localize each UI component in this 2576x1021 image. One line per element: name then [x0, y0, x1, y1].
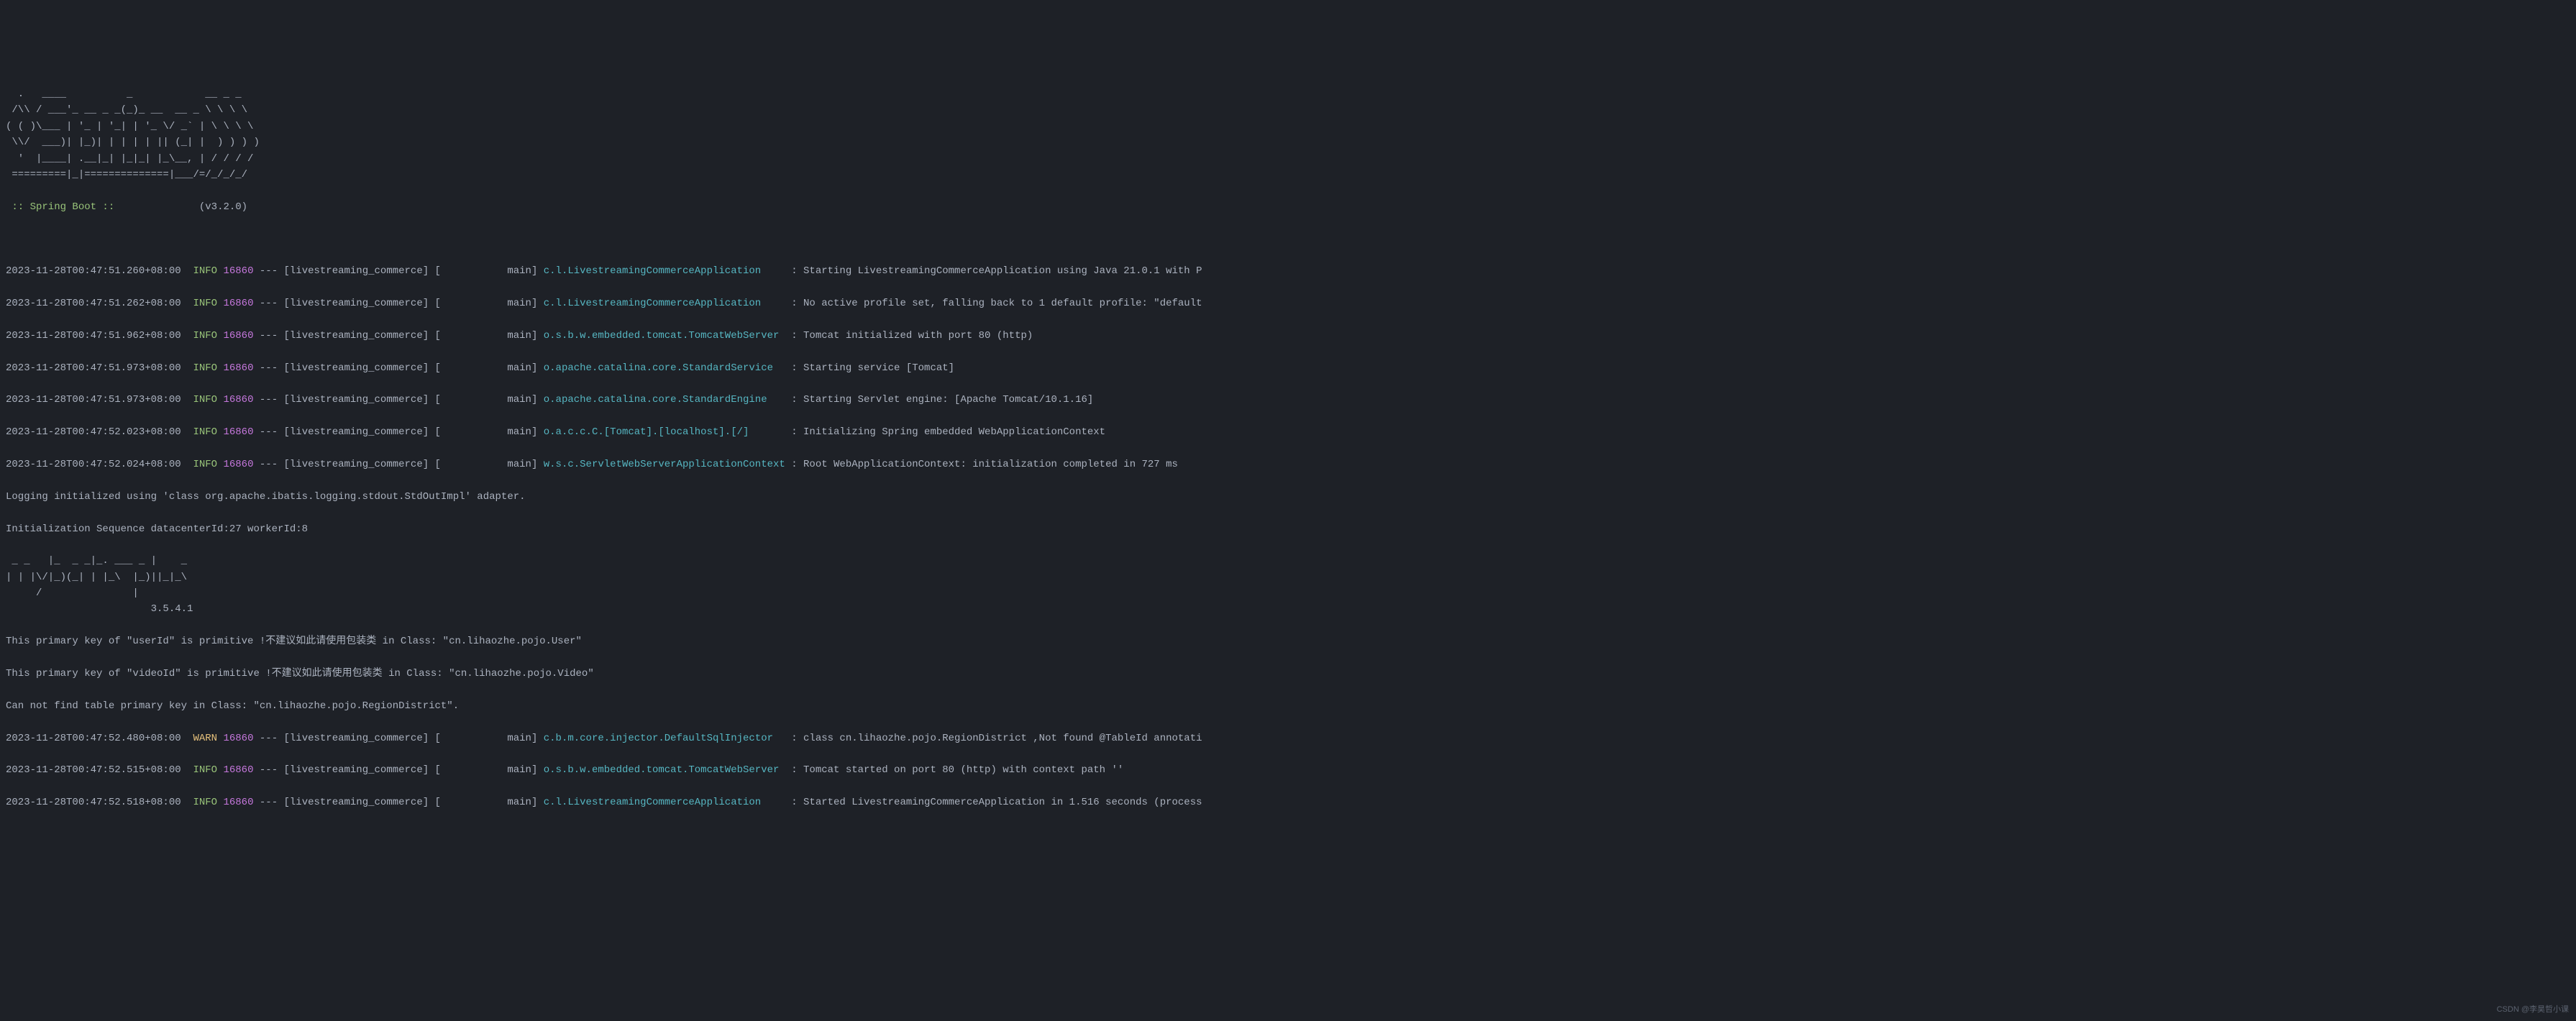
log-level: INFO — [193, 459, 217, 470]
log-pid: 16860 — [223, 394, 253, 406]
log-level: INFO — [193, 330, 217, 342]
log-timestamp: 2023-11-28T00:47:51.260+08:00 — [6, 265, 181, 277]
log-line: 2023-11-28T00:47:51.973+08:00 INFO 16860… — [6, 392, 2570, 408]
log-thread: --- [livestreaming_commerce] [ main] — [253, 394, 543, 406]
plain-log-line: Initialization Sequence datacenterId:27 … — [6, 521, 2570, 537]
log-message: : Starting service [Tomcat] — [785, 362, 954, 374]
log-logger: c.l.LivestreamingCommerceApplication — [544, 265, 785, 277]
log-pid: 16860 — [223, 362, 253, 374]
log-pid: 16860 — [223, 764, 253, 776]
plain-log-line: Can not find table primary key in Class:… — [6, 698, 2570, 714]
log-logger: c.b.m.core.injector.DefaultSqlInjector — [544, 733, 785, 744]
log-line: 2023-11-28T00:47:52.518+08:00 INFO 16860… — [6, 795, 2570, 810]
console-output: . ____ _ __ _ _ /\\ / ___'_ __ _ _(_)_ _… — [6, 70, 2570, 827]
log-pid: 16860 — [223, 797, 253, 808]
log-logger: o.apache.catalina.core.StandardService — [544, 362, 785, 374]
log-logger: o.a.c.c.C.[Tomcat].[localhost].[/] — [544, 426, 785, 438]
log-timestamp: 2023-11-28T00:47:52.515+08:00 — [6, 764, 181, 776]
log-logger: o.apache.catalina.core.StandardEngine — [544, 394, 785, 406]
log-thread: --- [livestreaming_commerce] [ main] — [253, 459, 543, 470]
log-timestamp: 2023-11-28T00:47:51.962+08:00 — [6, 330, 181, 342]
warning-line: This primary key of "userId" is primitiv… — [6, 633, 2570, 649]
log-line: 2023-11-28T00:47:51.962+08:00 INFO 16860… — [6, 328, 2570, 344]
log-level: INFO — [193, 298, 217, 309]
log-level: INFO — [193, 362, 217, 374]
log-message: : No active profile set, falling back to… — [785, 298, 1202, 309]
csdn-watermark: CSDN @李昊哲小课 — [2497, 1004, 2569, 1017]
log-thread: --- [livestreaming_commerce] [ main] — [253, 265, 543, 277]
spring-boot-version-line: :: Spring Boot :: (v3.2.0) — [6, 199, 2570, 215]
log-timestamp: 2023-11-28T00:47:51.973+08:00 — [6, 362, 181, 374]
log-pid: 16860 — [223, 426, 253, 438]
log-level: INFO — [193, 764, 217, 776]
log-level: INFO — [193, 797, 217, 808]
warning-line: This primary key of "videoId" is primiti… — [6, 666, 2570, 682]
spring-ascii-banner: . ____ _ __ _ _ /\\ / ___'_ __ _ _(_)_ _… — [6, 86, 2570, 183]
log-logger: o.s.b.w.embedded.tomcat.TomcatWebServer — [544, 764, 785, 776]
spring-boot-version: (v3.2.0) — [121, 201, 247, 213]
log-timestamp: 2023-11-28T00:47:52.480+08:00 — [6, 733, 181, 744]
log-message: : Initializing Spring embedded WebApplic… — [785, 426, 1105, 438]
log-thread: --- [livestreaming_commerce] [ main] — [253, 362, 543, 374]
log-level: INFO — [193, 394, 217, 406]
log-line: 2023-11-28T00:47:52.023+08:00 INFO 16860… — [6, 424, 2570, 440]
spring-boot-label: :: Spring Boot :: — [6, 201, 121, 213]
log-level: WARN — [193, 733, 217, 744]
log-logger: o.s.b.w.embedded.tomcat.TomcatWebServer — [544, 330, 785, 342]
log-line: 2023-11-28T00:47:51.973+08:00 INFO 16860… — [6, 360, 2570, 376]
log-timestamp: 2023-11-28T00:47:51.973+08:00 — [6, 394, 181, 406]
log-pid: 16860 — [223, 330, 253, 342]
blank-line — [6, 231, 2570, 247]
log-level: INFO — [193, 426, 217, 438]
log-pid: 16860 — [223, 298, 253, 309]
log-level: INFO — [193, 265, 217, 277]
mybatis-ascii-banner: _ _ |_ _ _|_. ___ _ | _ | | |\/|_)(_| | … — [6, 553, 2570, 618]
log-line: 2023-11-28T00:47:52.024+08:00 INFO 16860… — [6, 457, 2570, 472]
log-thread: --- [livestreaming_commerce] [ main] — [253, 426, 543, 438]
log-thread: --- [livestreaming_commerce] [ main] — [253, 797, 543, 808]
log-line: 2023-11-28T00:47:51.262+08:00 INFO 16860… — [6, 296, 2570, 311]
log-line: 2023-11-28T00:47:51.260+08:00 INFO 16860… — [6, 263, 2570, 279]
log-message: : Starting Servlet engine: [Apache Tomca… — [785, 394, 1093, 406]
log-timestamp: 2023-11-28T00:47:51.262+08:00 — [6, 298, 181, 309]
log-message: : class cn.lihaozhe.pojo.RegionDistrict … — [785, 733, 1202, 744]
log-thread: --- [livestreaming_commerce] [ main] — [253, 330, 543, 342]
log-logger: c.l.LivestreamingCommerceApplication — [544, 797, 785, 808]
log-thread: --- [livestreaming_commerce] [ main] — [253, 298, 543, 309]
log-message: : Root WebApplicationContext: initializa… — [785, 459, 1178, 470]
log-message: : Started LivestreamingCommerceApplicati… — [785, 797, 1202, 808]
log-timestamp: 2023-11-28T00:47:52.024+08:00 — [6, 459, 181, 470]
log-logger: c.l.LivestreamingCommerceApplication — [544, 298, 785, 309]
log-thread: --- [livestreaming_commerce] [ main] — [253, 733, 543, 744]
log-timestamp: 2023-11-28T00:47:52.518+08:00 — [6, 797, 181, 808]
log-thread: --- [livestreaming_commerce] [ main] — [253, 764, 543, 776]
log-pid: 16860 — [223, 265, 253, 277]
plain-log-line: Logging initialized using 'class org.apa… — [6, 489, 2570, 505]
log-message: : Starting LivestreamingCommerceApplicat… — [785, 265, 1202, 277]
log-timestamp: 2023-11-28T00:47:52.023+08:00 — [6, 426, 181, 438]
log-line: 2023-11-28T00:47:52.515+08:00 INFO 16860… — [6, 762, 2570, 778]
log-logger: w.s.c.ServletWebServerApplicationContext — [544, 459, 785, 470]
log-message: : Tomcat initialized with port 80 (http) — [785, 330, 1033, 342]
log-message: : Tomcat started on port 80 (http) with … — [785, 764, 1123, 776]
log-line: 2023-11-28T00:47:52.480+08:00 WARN 16860… — [6, 731, 2570, 746]
log-pid: 16860 — [223, 459, 253, 470]
log-pid: 16860 — [223, 733, 253, 744]
